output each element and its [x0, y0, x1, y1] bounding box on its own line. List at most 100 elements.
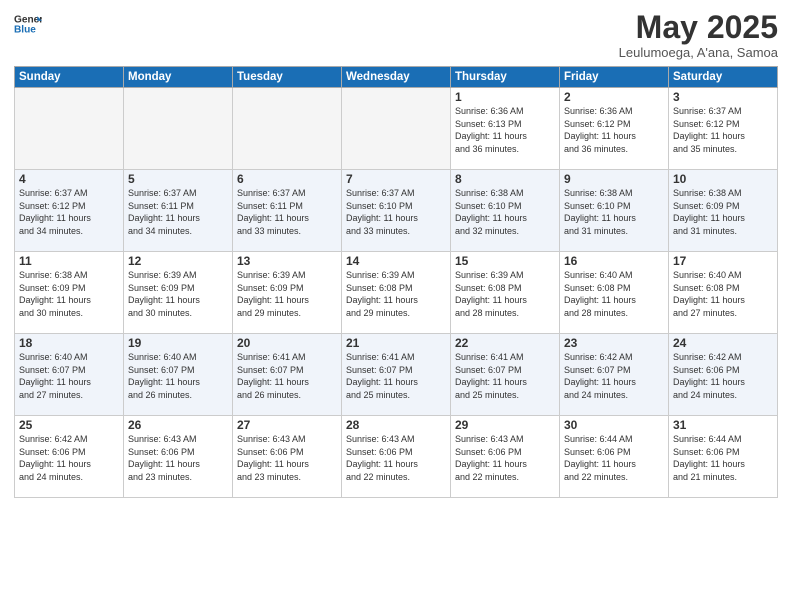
day-number: 17 — [673, 254, 773, 268]
day-number: 15 — [455, 254, 555, 268]
calendar-cell: 29Sunrise: 6:43 AM Sunset: 6:06 PM Dayli… — [451, 416, 560, 498]
day-info: Sunrise: 6:44 AM Sunset: 6:06 PM Dayligh… — [564, 433, 664, 483]
calendar-cell: 5Sunrise: 6:37 AM Sunset: 6:11 PM Daylig… — [124, 170, 233, 252]
day-info: Sunrise: 6:40 AM Sunset: 6:08 PM Dayligh… — [673, 269, 773, 319]
header: General Blue May 2025 Leulumoega, A'ana,… — [14, 10, 778, 60]
day-info: Sunrise: 6:43 AM Sunset: 6:06 PM Dayligh… — [128, 433, 228, 483]
calendar-cell: 2Sunrise: 6:36 AM Sunset: 6:12 PM Daylig… — [560, 88, 669, 170]
day-number: 21 — [346, 336, 446, 350]
day-info: Sunrise: 6:38 AM Sunset: 6:10 PM Dayligh… — [564, 187, 664, 237]
col-saturday: Saturday — [669, 67, 778, 88]
calendar-cell — [233, 88, 342, 170]
day-info: Sunrise: 6:40 AM Sunset: 6:07 PM Dayligh… — [19, 351, 119, 401]
calendar-cell: 23Sunrise: 6:42 AM Sunset: 6:07 PM Dayli… — [560, 334, 669, 416]
day-number: 19 — [128, 336, 228, 350]
day-number: 12 — [128, 254, 228, 268]
day-number: 30 — [564, 418, 664, 432]
calendar-cell: 4Sunrise: 6:37 AM Sunset: 6:12 PM Daylig… — [15, 170, 124, 252]
calendar-cell: 17Sunrise: 6:40 AM Sunset: 6:08 PM Dayli… — [669, 252, 778, 334]
calendar-week-row: 1Sunrise: 6:36 AM Sunset: 6:13 PM Daylig… — [15, 88, 778, 170]
day-number: 22 — [455, 336, 555, 350]
day-info: Sunrise: 6:41 AM Sunset: 6:07 PM Dayligh… — [346, 351, 446, 401]
day-number: 8 — [455, 172, 555, 186]
day-number: 7 — [346, 172, 446, 186]
calendar-cell: 15Sunrise: 6:39 AM Sunset: 6:08 PM Dayli… — [451, 252, 560, 334]
day-number: 31 — [673, 418, 773, 432]
calendar-cell: 1Sunrise: 6:36 AM Sunset: 6:13 PM Daylig… — [451, 88, 560, 170]
day-number: 23 — [564, 336, 664, 350]
day-number: 13 — [237, 254, 337, 268]
day-info: Sunrise: 6:37 AM Sunset: 6:12 PM Dayligh… — [19, 187, 119, 237]
day-number: 2 — [564, 90, 664, 104]
day-info: Sunrise: 6:40 AM Sunset: 6:08 PM Dayligh… — [564, 269, 664, 319]
day-number: 4 — [19, 172, 119, 186]
calendar-cell: 7Sunrise: 6:37 AM Sunset: 6:10 PM Daylig… — [342, 170, 451, 252]
day-number: 14 — [346, 254, 446, 268]
day-info: Sunrise: 6:37 AM Sunset: 6:11 PM Dayligh… — [128, 187, 228, 237]
day-info: Sunrise: 6:43 AM Sunset: 6:06 PM Dayligh… — [346, 433, 446, 483]
col-friday: Friday — [560, 67, 669, 88]
day-info: Sunrise: 6:39 AM Sunset: 6:08 PM Dayligh… — [346, 269, 446, 319]
day-number: 24 — [673, 336, 773, 350]
calendar-cell: 20Sunrise: 6:41 AM Sunset: 6:07 PM Dayli… — [233, 334, 342, 416]
calendar-cell: 16Sunrise: 6:40 AM Sunset: 6:08 PM Dayli… — [560, 252, 669, 334]
day-info: Sunrise: 6:36 AM Sunset: 6:12 PM Dayligh… — [564, 105, 664, 155]
calendar-header-row: Sunday Monday Tuesday Wednesday Thursday… — [15, 67, 778, 88]
calendar-week-row: 4Sunrise: 6:37 AM Sunset: 6:12 PM Daylig… — [15, 170, 778, 252]
col-monday: Monday — [124, 67, 233, 88]
day-number: 26 — [128, 418, 228, 432]
day-number: 10 — [673, 172, 773, 186]
day-info: Sunrise: 6:39 AM Sunset: 6:09 PM Dayligh… — [128, 269, 228, 319]
col-wednesday: Wednesday — [342, 67, 451, 88]
calendar-cell: 26Sunrise: 6:43 AM Sunset: 6:06 PM Dayli… — [124, 416, 233, 498]
calendar: Sunday Monday Tuesday Wednesday Thursday… — [14, 66, 778, 498]
col-thursday: Thursday — [451, 67, 560, 88]
day-info: Sunrise: 6:40 AM Sunset: 6:07 PM Dayligh… — [128, 351, 228, 401]
calendar-cell: 10Sunrise: 6:38 AM Sunset: 6:09 PM Dayli… — [669, 170, 778, 252]
day-number: 27 — [237, 418, 337, 432]
day-info: Sunrise: 6:42 AM Sunset: 6:06 PM Dayligh… — [673, 351, 773, 401]
calendar-cell: 13Sunrise: 6:39 AM Sunset: 6:09 PM Dayli… — [233, 252, 342, 334]
day-info: Sunrise: 6:37 AM Sunset: 6:12 PM Dayligh… — [673, 105, 773, 155]
day-info: Sunrise: 6:38 AM Sunset: 6:10 PM Dayligh… — [455, 187, 555, 237]
calendar-cell: 8Sunrise: 6:38 AM Sunset: 6:10 PM Daylig… — [451, 170, 560, 252]
day-info: Sunrise: 6:43 AM Sunset: 6:06 PM Dayligh… — [237, 433, 337, 483]
calendar-cell: 3Sunrise: 6:37 AM Sunset: 6:12 PM Daylig… — [669, 88, 778, 170]
calendar-cell: 12Sunrise: 6:39 AM Sunset: 6:09 PM Dayli… — [124, 252, 233, 334]
calendar-cell: 30Sunrise: 6:44 AM Sunset: 6:06 PM Dayli… — [560, 416, 669, 498]
day-number: 11 — [19, 254, 119, 268]
day-number: 5 — [128, 172, 228, 186]
day-info: Sunrise: 6:42 AM Sunset: 6:07 PM Dayligh… — [564, 351, 664, 401]
calendar-cell: 14Sunrise: 6:39 AM Sunset: 6:08 PM Dayli… — [342, 252, 451, 334]
day-info: Sunrise: 6:38 AM Sunset: 6:09 PM Dayligh… — [19, 269, 119, 319]
day-number: 1 — [455, 90, 555, 104]
calendar-cell: 25Sunrise: 6:42 AM Sunset: 6:06 PM Dayli… — [15, 416, 124, 498]
calendar-week-row: 18Sunrise: 6:40 AM Sunset: 6:07 PM Dayli… — [15, 334, 778, 416]
day-info: Sunrise: 6:37 AM Sunset: 6:11 PM Dayligh… — [237, 187, 337, 237]
calendar-cell: 31Sunrise: 6:44 AM Sunset: 6:06 PM Dayli… — [669, 416, 778, 498]
day-info: Sunrise: 6:41 AM Sunset: 6:07 PM Dayligh… — [455, 351, 555, 401]
day-number: 20 — [237, 336, 337, 350]
day-number: 28 — [346, 418, 446, 432]
calendar-cell: 11Sunrise: 6:38 AM Sunset: 6:09 PM Dayli… — [15, 252, 124, 334]
month-title: May 2025 — [619, 10, 778, 45]
calendar-week-row: 25Sunrise: 6:42 AM Sunset: 6:06 PM Dayli… — [15, 416, 778, 498]
calendar-week-row: 11Sunrise: 6:38 AM Sunset: 6:09 PM Dayli… — [15, 252, 778, 334]
svg-text:Blue: Blue — [14, 25, 36, 36]
day-info: Sunrise: 6:42 AM Sunset: 6:06 PM Dayligh… — [19, 433, 119, 483]
day-info: Sunrise: 6:38 AM Sunset: 6:09 PM Dayligh… — [673, 187, 773, 237]
calendar-cell: 27Sunrise: 6:43 AM Sunset: 6:06 PM Dayli… — [233, 416, 342, 498]
day-info: Sunrise: 6:43 AM Sunset: 6:06 PM Dayligh… — [455, 433, 555, 483]
calendar-cell: 28Sunrise: 6:43 AM Sunset: 6:06 PM Dayli… — [342, 416, 451, 498]
day-number: 25 — [19, 418, 119, 432]
day-info: Sunrise: 6:44 AM Sunset: 6:06 PM Dayligh… — [673, 433, 773, 483]
calendar-cell: 6Sunrise: 6:37 AM Sunset: 6:11 PM Daylig… — [233, 170, 342, 252]
day-number: 18 — [19, 336, 119, 350]
day-number: 3 — [673, 90, 773, 104]
title-block: May 2025 Leulumoega, A'ana, Samoa — [619, 10, 778, 60]
day-info: Sunrise: 6:36 AM Sunset: 6:13 PM Dayligh… — [455, 105, 555, 155]
calendar-cell: 21Sunrise: 6:41 AM Sunset: 6:07 PM Dayli… — [342, 334, 451, 416]
calendar-cell: 24Sunrise: 6:42 AM Sunset: 6:06 PM Dayli… — [669, 334, 778, 416]
col-tuesday: Tuesday — [233, 67, 342, 88]
day-info: Sunrise: 6:41 AM Sunset: 6:07 PM Dayligh… — [237, 351, 337, 401]
